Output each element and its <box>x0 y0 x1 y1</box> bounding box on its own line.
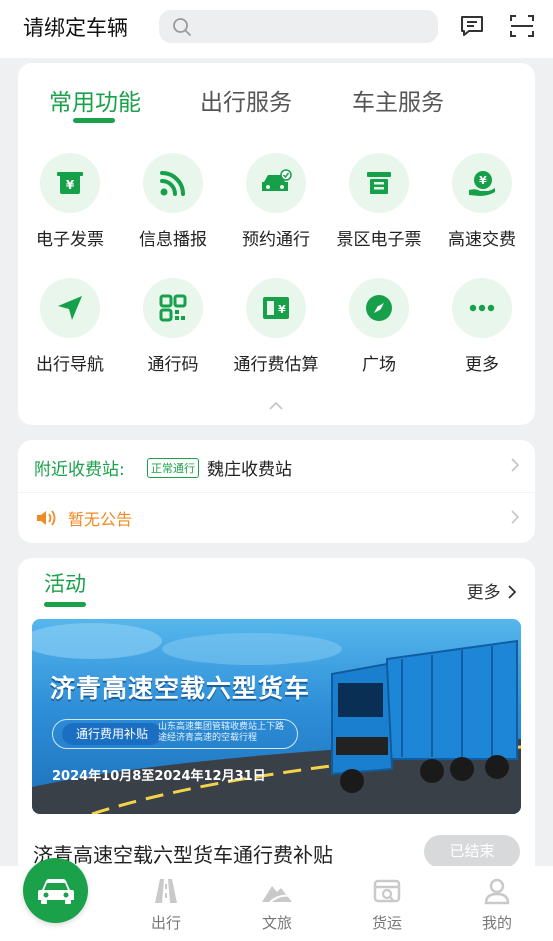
nav-mine[interactable]: 我的 <box>457 876 537 933</box>
toll-estimate-button[interactable]: ¥ 通行费估算 <box>224 278 328 375</box>
scenic-ticket-button[interactable]: 景区电子票 <box>327 153 431 250</box>
banner-illustration <box>32 623 521 814</box>
highway-pay-icon: ¥ <box>469 171 495 196</box>
pass-code-label: 通行码 <box>147 355 199 375</box>
activity-banner[interactable]: 济青高速空载六型货车 通行费用补贴 山东高速集团管辖收费站上下路 途经济青高速的… <box>32 619 521 814</box>
scenic-ticket-label: 景区电子票 <box>336 230 422 250</box>
bind-vehicle-title[interactable]: 请绑定车辆 <box>23 12 128 42</box>
banner-headline: 济青高速空载六型货车 <box>50 674 311 703</box>
more-dots-icon <box>469 304 495 312</box>
banner-date: 2024年10月8至2024年12月31日 <box>52 769 266 784</box>
compass-icon <box>366 295 392 321</box>
notice-row[interactable]: 暂无公告 <box>18 492 535 544</box>
chevron-right-icon <box>511 458 519 472</box>
travel-icon <box>262 886 292 903</box>
svg-text:¥: ¥ <box>66 178 75 192</box>
chevron-right-icon <box>511 510 519 524</box>
more-functions-label: 更多 <box>465 355 499 375</box>
nav-mine-label: 我的 <box>481 914 512 932</box>
banner-note: 山东高速集团管辖收费站上下路 途经济青高速的空载行程 <box>158 722 285 743</box>
reservation-car-icon <box>262 169 292 191</box>
e-invoice-icon: ¥ <box>57 172 83 194</box>
e-invoice-button[interactable]: ¥ 电子发票 <box>18 153 122 250</box>
car-icon <box>37 878 74 904</box>
navigation-button[interactable]: 出行导航 <box>18 278 122 375</box>
nearby-toll-row[interactable]: 附近收费站: 正常通行 魏庄收费站 <box>18 440 535 492</box>
nav-travel[interactable]: 出行 <box>126 876 206 933</box>
navigation-icon <box>58 296 82 320</box>
scenic-ticket-icon <box>367 172 391 194</box>
nearby-toll-label: 附近收费站: <box>34 460 125 480</box>
navigation-label: 出行导航 <box>36 355 104 375</box>
nav-freight-label: 货运 <box>371 914 402 932</box>
toll-station-card: 附近收费站: 正常通行 魏庄收费站 暂无公告 <box>18 440 535 543</box>
tab-owner-services[interactable]: 车主服务 <box>352 83 444 117</box>
banner-subsidy-pill: 通行费用补贴 <box>62 723 163 745</box>
plaza-button[interactable]: 广场 <box>327 278 431 375</box>
svg-text:¥: ¥ <box>479 174 487 187</box>
nav-freight[interactable]: 货运 <box>347 876 427 933</box>
highway-pay-label: 高速交费 <box>448 230 516 250</box>
status-badge: 正常通行 <box>147 458 199 478</box>
toll-estimate-label: 通行费估算 <box>233 355 319 375</box>
search-icon <box>173 18 191 36</box>
chevron-up-icon[interactable] <box>268 401 284 411</box>
activity-title: 活动 <box>44 572 86 596</box>
qr-code-icon <box>159 294 187 322</box>
activity-more-link[interactable]: 更多 <box>467 578 517 603</box>
e-invoice-label: 电子发票 <box>36 230 104 250</box>
ended-status-button[interactable]: 已结束 <box>424 835 520 868</box>
toll-estimate-icon: ¥ <box>263 297 289 319</box>
search-input[interactable] <box>159 10 438 43</box>
functions-card: 常用功能 出行服务 车主服务 ¥ 电子发票 信息播报 预约通行 景区电子票 ¥ … <box>18 63 535 425</box>
top-header: 请绑定车辆 <box>0 0 553 58</box>
pass-code-button[interactable]: 通行码 <box>121 278 225 375</box>
freight-icon <box>373 879 401 903</box>
tab-travel-services[interactable]: 出行服务 <box>200 83 292 117</box>
scan-icon[interactable] <box>509 13 535 39</box>
active-tab-indicator <box>73 118 115 123</box>
broadcast-label: 信息播报 <box>139 230 207 250</box>
user-icon <box>484 878 510 905</box>
toll-station-name: 魏庄收费站 <box>207 460 292 480</box>
speaker-icon <box>37 510 56 526</box>
activity-more-label: 更多 <box>466 583 501 603</box>
activity-name[interactable]: 济青高速空载六型货车通行费补贴 <box>33 839 333 868</box>
road-icon <box>155 879 177 903</box>
message-icon[interactable] <box>459 13 485 39</box>
notice-text: 暂无公告 <box>68 510 133 529</box>
nav-culture-tourism[interactable]: 文旅 <box>237 876 317 933</box>
broadcast-icon <box>160 171 185 196</box>
highway-pay-button[interactable]: ¥ 高速交费 <box>430 153 534 250</box>
tab-common-functions[interactable]: 常用功能 <box>49 83 141 117</box>
nav-travel-label: 出行 <box>150 914 181 932</box>
activity-card: 活动 更多 济青高速空载六型货车 通行费用补贴 山东高速集团管辖收费站上下路 途… <box>18 558 535 898</box>
broadcast-button[interactable]: 信息播报 <box>121 153 225 250</box>
more-functions-button[interactable]: 更多 <box>430 278 534 375</box>
plaza-label: 广场 <box>362 355 396 375</box>
home-car-button[interactable] <box>23 858 88 923</box>
reservation-button[interactable]: 预约通行 <box>224 153 328 250</box>
chevron-right-icon <box>508 585 517 599</box>
nav-culture-tourism-label: 文旅 <box>261 914 292 932</box>
reservation-label: 预约通行 <box>242 230 310 250</box>
activity-title-underline <box>44 602 86 607</box>
svg-text:¥: ¥ <box>278 303 286 316</box>
